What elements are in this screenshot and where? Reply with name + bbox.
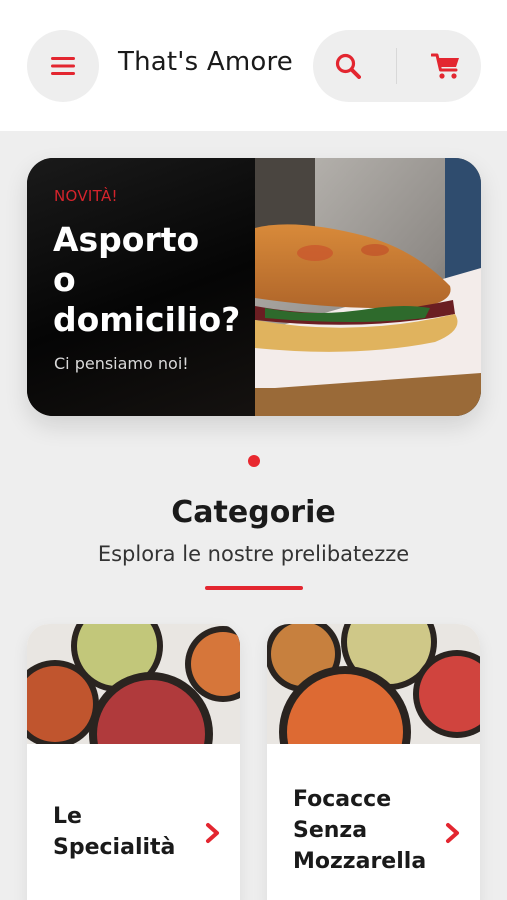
promo-banner[interactable]: NOVITÀ! Asporto o domicilio? Ci pensiamo… (27, 158, 481, 416)
app-title: That's Amore (118, 47, 293, 77)
section-subtitle: Esplora le nostre prelibatezze (97, 542, 410, 566)
banner-tag: NOVITÀ! (54, 187, 118, 205)
category-label-line: Senza (293, 818, 368, 843)
app-header: That's Amore (0, 0, 507, 131)
section-underline (205, 586, 303, 590)
category-label: Le Specialità (53, 801, 203, 863)
section-title: Categorie (171, 495, 336, 530)
actions-divider (396, 48, 397, 84)
hamburger-menu-icon (51, 57, 75, 75)
chevron-right-icon (446, 823, 459, 843)
banner-title-line: Asporto (53, 220, 200, 259)
menu-button[interactable] (27, 30, 99, 102)
search-button[interactable] (313, 30, 383, 102)
category-label-line: Focacce (293, 787, 392, 812)
chevron-right-icon (206, 823, 219, 843)
category-card-focacce[interactable]: Focacce Senza Mozzarella (267, 624, 480, 900)
banner-title-line: domicilio? (53, 300, 241, 339)
category-label-line: Specialità (53, 835, 176, 860)
banner-title-line: o (53, 260, 76, 299)
banner-title: Asporto o domicilio? (53, 220, 253, 340)
category-label-line: Le (53, 804, 82, 829)
cart-icon (431, 53, 459, 79)
category-card-specialita[interactable]: Le Specialità (27, 624, 240, 900)
focaccia-sandwich-photo (255, 158, 481, 416)
category-label: Focacce Senza Mozzarella (293, 784, 453, 877)
category-label-line: Mozzarella (293, 849, 427, 874)
carousel-indicator-active[interactable] (248, 455, 260, 467)
cart-button[interactable] (411, 30, 481, 102)
search-icon (335, 53, 361, 79)
focacce-pans-photo (267, 624, 480, 744)
banner-subtitle: Ci pensiamo noi! (54, 354, 189, 373)
header-actions (313, 30, 481, 102)
pizza-pans-photo (27, 624, 240, 744)
